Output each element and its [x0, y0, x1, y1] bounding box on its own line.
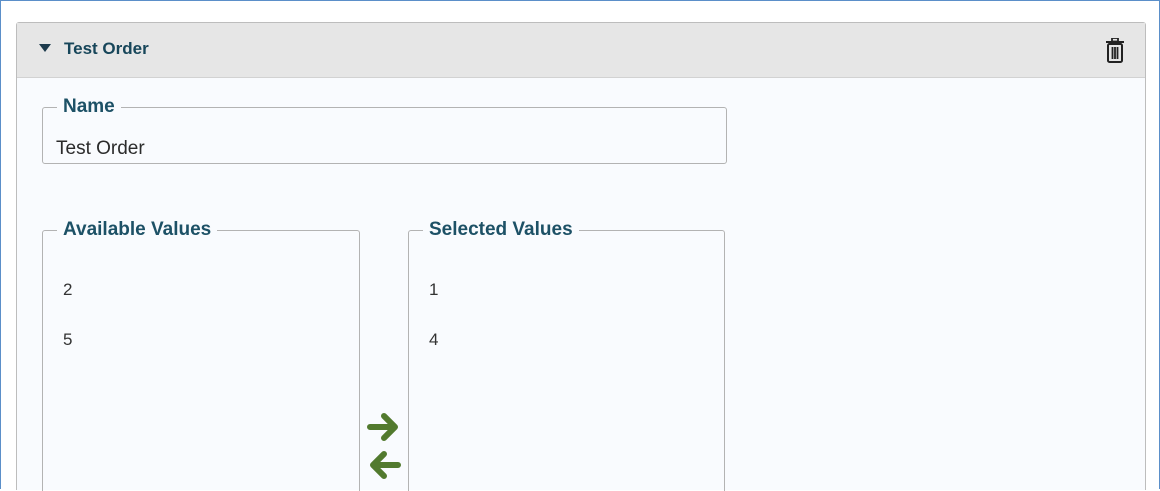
selected-values-items: 1 4 [409, 265, 724, 365]
list-item-available[interactable]: 2 [43, 265, 359, 315]
name-field[interactable]: Name Test Order [42, 96, 727, 164]
list-item-selected[interactable]: 4 [409, 315, 724, 365]
list-item-selected[interactable]: 1 [409, 265, 724, 315]
panel-title[interactable]: Test Order [64, 39, 149, 59]
selected-values-list[interactable]: Selected Values 1 4 [408, 219, 725, 491]
available-values-list[interactable]: Available Values 2 5 [42, 219, 360, 491]
available-values-items: 2 5 [43, 265, 359, 365]
available-values-label: Available Values [63, 219, 212, 240]
panel-header[interactable]: Test Order [17, 23, 1145, 78]
name-input-value[interactable]: Test Order [56, 138, 145, 160]
editor-frame: Test Order Name Test Order Available Val… [0, 0, 1160, 491]
arrow-left-icon[interactable] [367, 450, 401, 480]
arrow-right-icon[interactable] [367, 412, 401, 442]
selected-values-label: Selected Values [429, 219, 573, 240]
list-item-available[interactable]: 5 [43, 315, 359, 365]
test-order-panel: Test Order Name Test Order Available Val… [16, 22, 1146, 491]
caret-down-icon[interactable] [39, 44, 51, 52]
name-label: Name [63, 96, 115, 117]
trash-icon[interactable] [1104, 38, 1126, 64]
